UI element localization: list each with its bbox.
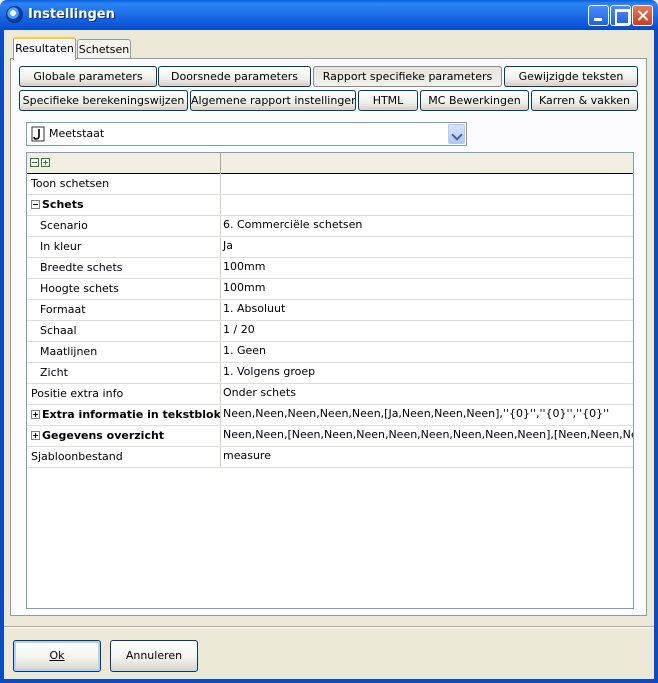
maximize-button[interactable] xyxy=(610,5,631,26)
property-name: Gegevens overzicht xyxy=(42,429,165,442)
tab-html[interactable]: HTML xyxy=(358,90,418,111)
property-name: Hoogte schets xyxy=(27,279,221,299)
tab-resultaten[interactable]: Resultaten xyxy=(13,37,76,60)
property-value[interactable] xyxy=(222,174,633,194)
expand-all-icon[interactable] xyxy=(41,158,50,167)
grid-row[interactable]: Zicht 1. Volgens groep xyxy=(27,363,633,384)
property-value[interactable]: Neen,Neen,Neen,Neen,Neen,[Ja,Neen,Neen,N… xyxy=(222,405,633,425)
property-value[interactable]: 100mm xyxy=(222,258,633,278)
property-grid: Toon schetsen Schets Scenario 6. Commerc… xyxy=(26,152,634,609)
property-value[interactable]: 6. Commerciële schetsen xyxy=(222,216,633,236)
tab-algemene-rapport-instellingen[interactable]: Algemene rapport instellingen xyxy=(190,90,356,111)
property-value[interactable]: 100mm xyxy=(222,279,633,299)
expand-icon[interactable] xyxy=(31,409,40,419)
property-value[interactable]: 1 / 20 xyxy=(222,321,633,341)
tab-specifieke-berekeningswijzen[interactable]: Specifieke berekeningswijzen xyxy=(19,90,188,111)
property-name: Maatlijnen xyxy=(27,342,221,362)
title-bar: Instellingen xyxy=(0,0,658,30)
tab-rapport-specifieke-parameters[interactable]: Rapport specifieke parameters xyxy=(313,66,502,87)
window-title: Instellingen xyxy=(28,7,115,22)
property-name: Sjabloonbestand xyxy=(27,447,221,467)
tab-karren-vakken[interactable]: Karren & vakken xyxy=(531,90,638,111)
minimize-button[interactable] xyxy=(588,5,609,26)
grid-row[interactable]: Schets xyxy=(27,195,633,216)
property-name: Scenario xyxy=(27,216,221,236)
grid-row[interactable]: Formaat 1. Absoluut xyxy=(27,300,633,321)
grid-row[interactable]: Positie extra info Onder schets xyxy=(27,384,633,405)
property-name: Positie extra info xyxy=(27,384,221,404)
window-frame-bottom xyxy=(0,679,658,683)
tab-globale-parameters[interactable]: Globale parameters xyxy=(19,66,157,87)
cancel-button[interactable]: Annuleren xyxy=(110,640,198,672)
tab-schetsen[interactable]: Schetsen xyxy=(77,39,131,60)
grid-row[interactable]: Sjabloonbestand measure xyxy=(27,447,633,468)
grid-row[interactable]: Toon schetsen xyxy=(27,174,633,195)
grid-row[interactable]: Maatlijnen 1. Geen xyxy=(27,342,633,363)
property-group: Extra informatie in tekstblok xyxy=(27,405,221,425)
report-select[interactable]: Meetstaat xyxy=(26,122,467,146)
property-name: Schets xyxy=(42,198,84,211)
property-value[interactable]: 1. Geen xyxy=(222,342,633,362)
property-name: Toon schetsen xyxy=(27,174,221,194)
chevron-down-icon[interactable] xyxy=(448,124,465,144)
property-value[interactable]: Onder schets xyxy=(222,384,633,404)
property-name: Formaat xyxy=(27,300,221,320)
property-name: Extra informatie in tekstblok xyxy=(42,408,221,421)
property-name: Schaal xyxy=(27,321,221,341)
ok-button[interactable]: Ok xyxy=(13,640,101,672)
ok-label: Ok xyxy=(49,649,65,662)
report-select-value: Meetstaat xyxy=(49,127,105,140)
tab-mc-bewerkingen[interactable]: MC Bewerkingen xyxy=(420,90,529,111)
property-value[interactable]: Neen,Neen,[Neen,Neen,Neen,Neen,Neen,Neen… xyxy=(222,426,633,446)
property-name: In kleur xyxy=(27,237,221,257)
close-button[interactable] xyxy=(632,5,653,26)
bottom-separator xyxy=(4,626,654,628)
property-name: Breedte schets xyxy=(27,258,221,278)
collapse-all-icon[interactable] xyxy=(30,158,39,167)
property-value xyxy=(222,195,633,215)
property-value[interactable]: 1. Absoluut xyxy=(222,300,633,320)
property-group: Schets xyxy=(27,195,221,215)
report-icon xyxy=(31,126,45,142)
expand-icon[interactable] xyxy=(31,430,40,440)
collapse-icon[interactable] xyxy=(31,199,40,209)
cancel-label: Annuleren xyxy=(125,649,183,662)
property-value[interactable]: Ja xyxy=(222,237,633,257)
grid-row[interactable]: Gegevens overzicht Neen,Neen,[Neen,Neen,… xyxy=(27,426,633,447)
window-frame-right xyxy=(654,30,658,683)
grid-header xyxy=(27,153,633,174)
grid-row[interactable]: In kleur Ja xyxy=(27,237,633,258)
window-frame-left xyxy=(0,30,4,683)
property-name: Zicht xyxy=(27,363,221,383)
property-value[interactable]: 1. Volgens groep xyxy=(222,363,633,383)
tab-gewijzigde-teksten[interactable]: Gewijzigde teksten xyxy=(504,66,638,87)
app-icon xyxy=(6,6,23,23)
property-value[interactable]: measure xyxy=(222,447,633,467)
grid-row[interactable]: Scenario 6. Commerciële schetsen xyxy=(27,216,633,237)
grid-row[interactable]: Hoogte schets 100mm xyxy=(27,279,633,300)
property-group: Gegevens overzicht xyxy=(27,426,221,446)
column-separator[interactable] xyxy=(220,153,221,174)
tab-doorsnede-parameters[interactable]: Doorsnede parameters xyxy=(158,66,311,87)
grid-row[interactable]: Schaal 1 / 20 xyxy=(27,321,633,342)
grid-row[interactable]: Breedte schets 100mm xyxy=(27,258,633,279)
grid-row[interactable]: Extra informatie in tekstblok Neen,Neen,… xyxy=(27,405,633,426)
